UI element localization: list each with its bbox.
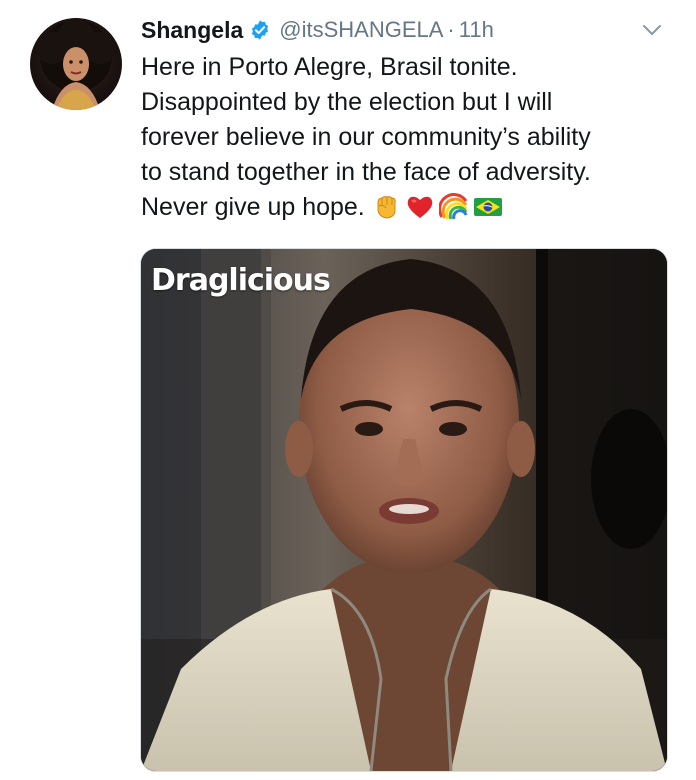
tweet-text-line: Disappointed by the election but I will <box>141 88 553 116</box>
video-frame <box>141 249 667 771</box>
tweet[interactable]: Shangela @itsSHANGELA · 11h Here in Port… <box>0 0 696 780</box>
avatar[interactable] <box>30 18 122 110</box>
rainbow-emoji <box>438 191 469 221</box>
emoji-row <box>371 191 503 221</box>
tweet-text-line: Never give up hope. <box>141 193 365 221</box>
tweet-text-line-last: Never give up hope. <box>141 190 681 225</box>
header-separator: · <box>447 17 455 42</box>
timestamp[interactable]: 11h <box>459 17 494 43</box>
red-heart-emoji <box>405 191 435 221</box>
tweet-text-line: Here in Porto Alegre, Brasil tonite. <box>141 53 518 81</box>
video-thumbnail[interactable]: Draglicious <box>140 248 668 772</box>
chevron-down-icon[interactable] <box>638 16 666 44</box>
tweet-text: Here in Porto Alegre, Brasil tonite. Dis… <box>141 50 681 225</box>
tweet-text-line: forever believe in our community’s abili… <box>141 123 591 151</box>
verified-badge-icon <box>249 19 271 41</box>
tweet-text-line: to stand together in the face of adversi… <box>141 158 591 186</box>
user-handle[interactable]: @itsSHANGELA <box>279 17 443 43</box>
draglicious-watermark: Draglicious <box>151 263 331 298</box>
raised-fist-emoji <box>371 191 401 221</box>
brazil-flag-emoji <box>473 191 503 221</box>
tweet-header: Shangela @itsSHANGELA · 11h <box>141 14 666 46</box>
display-name[interactable]: Shangela <box>141 17 243 44</box>
